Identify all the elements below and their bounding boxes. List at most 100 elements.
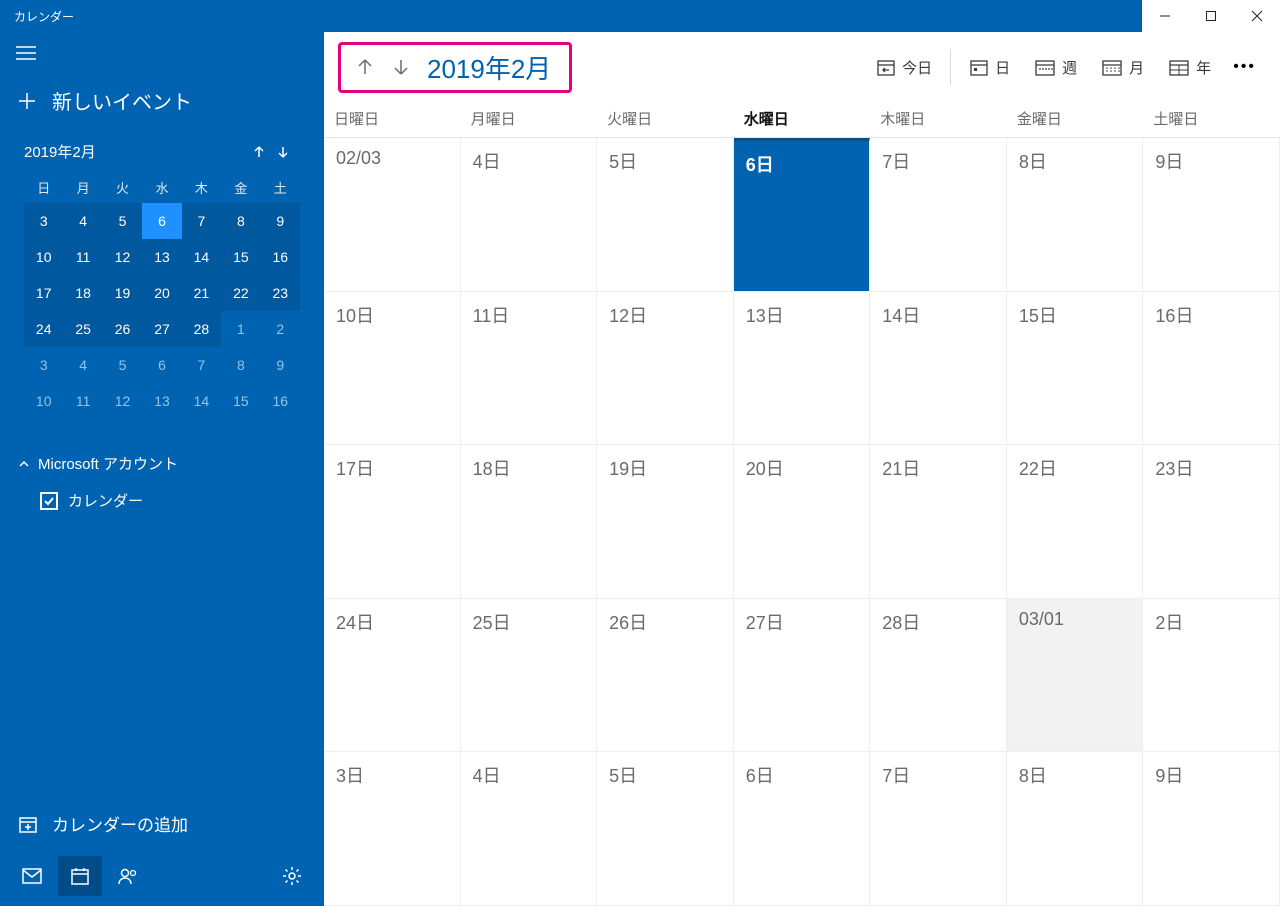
mini-day[interactable]: 6 (142, 347, 181, 383)
window-minimize-button[interactable] (1142, 0, 1188, 32)
day-cell[interactable]: 21日 (870, 445, 1007, 599)
day-cell[interactable]: 13日 (734, 292, 871, 446)
mini-day[interactable]: 11 (63, 383, 102, 419)
new-event-button[interactable]: 新しいイベント (0, 70, 324, 135)
mini-calendar-title[interactable]: 2019年2月 (24, 141, 96, 162)
day-cell[interactable]: 18日 (461, 445, 598, 599)
mini-day[interactable]: 18 (63, 275, 102, 311)
mini-day[interactable]: 1 (221, 311, 260, 347)
mini-day[interactable]: 13 (142, 239, 181, 275)
mini-day[interactable]: 4 (63, 347, 102, 383)
mini-day[interactable]: 11 (63, 239, 102, 275)
day-cell[interactable]: 2日 (1143, 599, 1280, 753)
account-toggle[interactable]: Microsoft アカウント (18, 447, 306, 480)
view-day-button[interactable]: 日 (957, 57, 1022, 78)
today-button[interactable]: 今日 (864, 57, 944, 78)
day-cell[interactable]: 6日 (734, 752, 871, 906)
day-cell[interactable]: 11日 (461, 292, 598, 446)
day-cell[interactable]: 24日 (324, 599, 461, 753)
day-cell[interactable]: 26日 (597, 599, 734, 753)
mini-day[interactable]: 9 (261, 203, 300, 239)
mini-day[interactable]: 15 (221, 239, 260, 275)
mini-day[interactable]: 16 (261, 383, 300, 419)
day-cell[interactable]: 5日 (597, 138, 734, 292)
mini-day[interactable]: 6 (142, 203, 181, 239)
mini-next-button[interactable] (276, 145, 300, 159)
more-button[interactable]: ••• (1223, 58, 1266, 76)
mini-day[interactable]: 4 (63, 203, 102, 239)
window-maximize-button[interactable] (1188, 0, 1234, 32)
day-cell[interactable]: 02/03 (324, 138, 461, 292)
day-cell[interactable]: 5日 (597, 752, 734, 906)
next-month-button[interactable] (383, 49, 419, 85)
current-month-label[interactable]: 2019年2月 (419, 47, 559, 88)
day-cell[interactable]: 3日 (324, 752, 461, 906)
day-cell[interactable]: 8日 (1007, 752, 1144, 906)
mini-day[interactable]: 19 (103, 275, 142, 311)
mini-day[interactable]: 20 (142, 275, 181, 311)
mini-day[interactable]: 17 (24, 275, 63, 311)
mini-day[interactable]: 5 (103, 203, 142, 239)
window-close-button[interactable] (1234, 0, 1280, 32)
mini-prev-button[interactable] (252, 145, 276, 159)
mini-day[interactable]: 12 (103, 239, 142, 275)
mini-day[interactable]: 12 (103, 383, 142, 419)
day-cell[interactable]: 16日 (1143, 292, 1280, 446)
mini-day[interactable]: 13 (142, 383, 181, 419)
day-cell[interactable]: 22日 (1007, 445, 1144, 599)
view-month-button[interactable]: 月 (1089, 57, 1156, 78)
day-cell[interactable]: 10日 (324, 292, 461, 446)
mini-day[interactable]: 2 (261, 311, 300, 347)
mini-day[interactable]: 14 (182, 239, 221, 275)
mini-day[interactable]: 7 (182, 347, 221, 383)
day-cell[interactable]: 23日 (1143, 445, 1280, 599)
day-cell[interactable]: 17日 (324, 445, 461, 599)
day-cell[interactable]: 9日 (1143, 752, 1280, 906)
day-cell[interactable]: 8日 (1007, 138, 1144, 292)
mini-day[interactable]: 28 (182, 311, 221, 347)
day-cell[interactable]: 19日 (597, 445, 734, 599)
day-cell[interactable]: 25日 (461, 599, 598, 753)
mini-day[interactable]: 26 (103, 311, 142, 347)
mini-day[interactable]: 10 (24, 239, 63, 275)
mail-button[interactable] (10, 856, 54, 896)
day-cell[interactable]: 14日 (870, 292, 1007, 446)
mini-day[interactable]: 25 (63, 311, 102, 347)
view-year-button[interactable]: 年 (1156, 57, 1223, 78)
mini-day[interactable]: 15 (221, 383, 260, 419)
day-cell[interactable]: 03/01 (1007, 599, 1144, 753)
day-cell[interactable]: 20日 (734, 445, 871, 599)
day-cell[interactable]: 7日 (870, 138, 1007, 292)
day-cell[interactable]: 9日 (1143, 138, 1280, 292)
settings-button[interactable] (270, 856, 314, 896)
day-cell[interactable]: 27日 (734, 599, 871, 753)
day-cell[interactable]: 4日 (461, 752, 598, 906)
people-button[interactable] (106, 856, 150, 896)
mini-day[interactable]: 5 (103, 347, 142, 383)
mini-day[interactable]: 14 (182, 383, 221, 419)
mini-day[interactable]: 23 (261, 275, 300, 311)
calendar-checkbox-row[interactable]: カレンダー (18, 480, 306, 511)
view-week-button[interactable]: 週 (1022, 57, 1089, 78)
day-cell[interactable]: 15日 (1007, 292, 1144, 446)
mini-day[interactable]: 27 (142, 311, 181, 347)
day-cell[interactable]: 4日 (461, 138, 598, 292)
mini-day[interactable]: 3 (24, 203, 63, 239)
mini-day[interactable]: 10 (24, 383, 63, 419)
add-calendar-button[interactable]: カレンダーの追加 (0, 797, 324, 850)
mini-day[interactable]: 22 (221, 275, 260, 311)
hamburger-button[interactable] (0, 32, 324, 70)
mini-day[interactable]: 8 (221, 203, 260, 239)
mini-day[interactable]: 8 (221, 347, 260, 383)
calendar-button[interactable] (58, 856, 102, 896)
mini-day[interactable]: 16 (261, 239, 300, 275)
mini-day[interactable]: 7 (182, 203, 221, 239)
prev-month-button[interactable] (347, 49, 383, 85)
day-cell[interactable]: 12日 (597, 292, 734, 446)
day-cell[interactable]: 6日 (734, 138, 871, 292)
mini-day[interactable]: 24 (24, 311, 63, 347)
day-cell[interactable]: 28日 (870, 599, 1007, 753)
mini-day[interactable]: 3 (24, 347, 63, 383)
mini-day[interactable]: 21 (182, 275, 221, 311)
mini-day[interactable]: 9 (261, 347, 300, 383)
